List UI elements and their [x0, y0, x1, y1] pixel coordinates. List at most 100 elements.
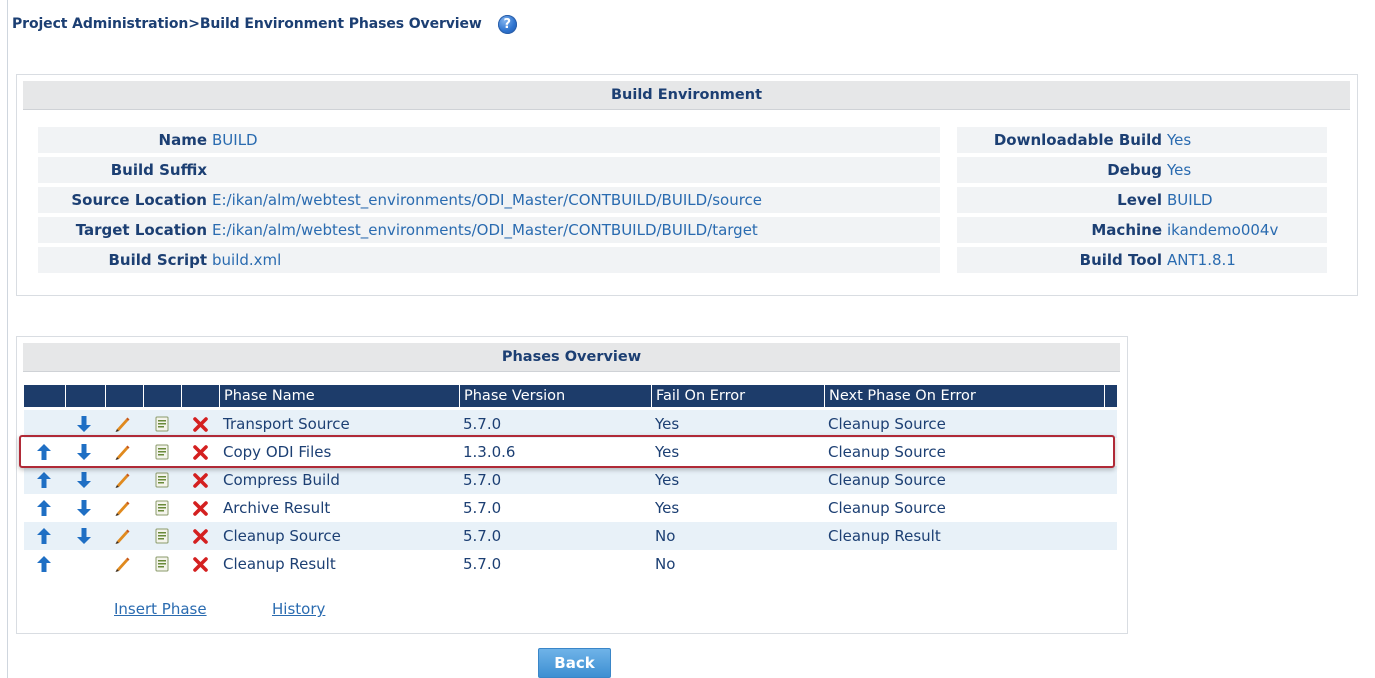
field-label: Target Location [75, 221, 207, 239]
view-icon[interactable] [153, 471, 171, 489]
column-header-phase-name[interactable]: Phase Name [219, 385, 459, 407]
field-value: E:/ikan/alm/webtest_environments/ODI_Mas… [212, 221, 758, 239]
history-link[interactable]: History [272, 600, 325, 618]
column-header-fail-on-error[interactable]: Fail On Error [651, 385, 824, 407]
field-label: Build Script [108, 251, 208, 269]
phase-name-cell: Cleanup Source [223, 527, 341, 545]
phase-version-cell: 5.7.0 [463, 555, 502, 573]
phase-row[interactable]: Transport Source 5.7.0 Yes Cleanup Source [24, 410, 1117, 438]
fail-on-error-cell: Yes [655, 443, 680, 461]
back-button[interactable]: Back [538, 648, 611, 678]
next-phase-on-error-cell: Cleanup Source [828, 415, 946, 433]
view-icon[interactable] [153, 555, 171, 573]
edit-icon[interactable] [113, 471, 131, 489]
build-environment-title: Build Environment [23, 81, 1350, 110]
field-label: Level [1117, 191, 1162, 209]
view-icon[interactable] [153, 499, 171, 517]
edit-icon[interactable] [113, 443, 131, 461]
build-env-left-field-row: Source Location E:/ikan/alm/webtest_envir… [38, 187, 940, 213]
fail-on-error-cell: No [655, 527, 676, 545]
move-down-icon[interactable] [75, 415, 93, 433]
build-env-left-field-row: Target Location E:/ikan/alm/webtest_envir… [38, 217, 940, 243]
view-icon[interactable] [153, 527, 171, 545]
phase-row[interactable]: Cleanup Result 5.7.0 No [24, 550, 1117, 578]
field-label: Debug [1107, 161, 1162, 179]
delete-icon[interactable] [191, 471, 209, 489]
build-env-left-field-row: Build Script build.xml [38, 247, 940, 273]
phase-name-cell: Compress Build [223, 471, 340, 489]
phase-version-cell: 5.7.0 [463, 471, 502, 489]
column-header-phase-version[interactable]: Phase Version [459, 385, 651, 407]
phase-name-cell: Cleanup Result [223, 555, 336, 573]
phase-row[interactable]: Cleanup Source 5.7.0 No Cleanup Result [24, 522, 1117, 550]
header-blank-cell [1104, 385, 1117, 407]
move-up-icon[interactable] [35, 499, 53, 517]
header-blank-cell [105, 385, 143, 407]
field-label: Build Tool [1079, 251, 1162, 269]
next-phase-on-error-cell: Cleanup Source [828, 499, 946, 517]
field-value: build.xml [212, 251, 282, 269]
phases-table-header: Phase Name Phase Version Fail On Error N… [24, 385, 1117, 407]
field-value: Yes [1167, 161, 1192, 179]
phase-name-cell: Copy ODI Files [223, 443, 332, 461]
help-icon[interactable]: ? [497, 14, 517, 34]
field-value: ANT1.8.1 [1167, 251, 1236, 269]
build-env-left-field-row: Build Suffix [38, 157, 940, 183]
delete-icon[interactable] [191, 443, 209, 461]
field-label: Source Location [71, 191, 207, 209]
phase-row[interactable]: Archive Result 5.7.0 Yes Cleanup Source [24, 494, 1117, 522]
phase-name-cell: Transport Source [223, 415, 350, 433]
fail-on-error-cell: Yes [655, 471, 680, 489]
move-down-icon[interactable] [75, 443, 93, 461]
fail-on-error-cell: Yes [655, 415, 680, 433]
page-header: Project Administration>Build Environment… [12, 12, 517, 36]
field-label: Downloadable Build [993, 131, 1162, 149]
move-up-icon[interactable] [35, 527, 53, 545]
phase-version-cell: 1.3.0.6 [463, 443, 516, 461]
column-header-next-phase-on-error[interactable]: Next Phase On Error [824, 385, 1104, 407]
insert-phase-link[interactable]: Insert Phase [114, 600, 207, 618]
phase-version-cell: 5.7.0 [463, 499, 502, 517]
phase-version-cell: 5.7.0 [463, 415, 502, 433]
field-value: BUILD [1167, 191, 1213, 209]
build-env-right-field-row: Debug Yes [957, 157, 1327, 183]
page-left-border [7, 0, 8, 678]
delete-icon[interactable] [191, 499, 209, 517]
build-env-left-field-row: Name BUILD [38, 127, 940, 153]
header-blank-cell [65, 385, 105, 407]
fail-on-error-cell: No [655, 555, 676, 573]
phase-row[interactable]: Compress Build 5.7.0 Yes Cleanup Source [24, 466, 1117, 494]
build-env-right-field-row: Level BUILD [957, 187, 1327, 213]
field-value: E:/ikan/alm/webtest_environments/ODI_Mas… [212, 191, 763, 209]
delete-icon[interactable] [191, 415, 209, 433]
phase-row[interactable]: Copy ODI Files 1.3.0.6 Yes Cleanup Source [24, 438, 1117, 466]
move-down-icon[interactable] [75, 527, 93, 545]
move-up-icon[interactable] [35, 443, 53, 461]
build-env-right-field-row: Machine ikandemo004v [957, 217, 1327, 243]
next-phase-on-error-cell: Cleanup Result [828, 527, 941, 545]
field-label: Machine [1091, 221, 1162, 239]
delete-icon[interactable] [191, 527, 209, 545]
field-value: BUILD [212, 131, 258, 149]
header-blank-cell [143, 385, 181, 407]
header-blank-cell [181, 385, 219, 407]
field-label: Name [158, 131, 207, 149]
edit-icon[interactable] [113, 499, 131, 517]
move-up-icon[interactable] [35, 471, 53, 489]
next-phase-on-error-cell: Cleanup Source [828, 443, 946, 461]
delete-icon[interactable] [191, 555, 209, 573]
next-phase-on-error-cell [824, 550, 828, 578]
build-env-right-field-row: Downloadable Build Yes [957, 127, 1327, 153]
view-icon[interactable] [153, 415, 171, 433]
edit-icon[interactable] [113, 527, 131, 545]
field-value: ikandemo004v [1167, 221, 1279, 239]
move-up-icon[interactable] [35, 555, 53, 573]
view-icon[interactable] [153, 443, 171, 461]
phase-name-cell: Archive Result [223, 499, 331, 517]
edit-icon[interactable] [113, 415, 131, 433]
fail-on-error-cell: Yes [655, 499, 680, 517]
move-down-icon[interactable] [75, 499, 93, 517]
move-down-icon[interactable] [75, 471, 93, 489]
breadcrumb: Project Administration>Build Environment… [12, 16, 482, 32]
edit-icon[interactable] [113, 555, 131, 573]
